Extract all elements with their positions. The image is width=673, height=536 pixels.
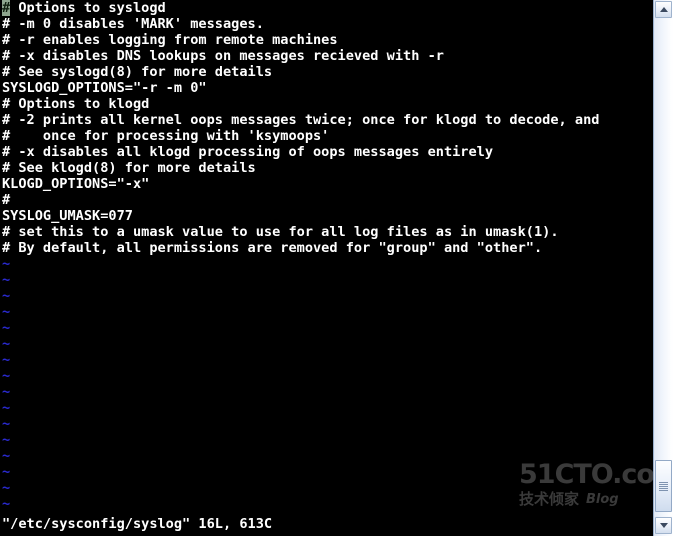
vertical-scrollbar[interactable] (653, 0, 673, 536)
editor-line[interactable]: # Options to klogd (0, 96, 653, 112)
vim-terminal-window: # Options to syslogd # -m 0 disables 'MA… (0, 0, 673, 536)
editor-line[interactable]: # See klogd(8) for more details (0, 160, 653, 176)
scrollbar-thumb[interactable] (655, 460, 672, 512)
empty-line-marker: ~ (2, 320, 11, 336)
editor-line[interactable]: # set this to a umask value to use for a… (0, 224, 653, 240)
terminal-screen[interactable]: # Options to syslogd # -m 0 disables 'MA… (0, 0, 653, 536)
empty-line-marker: ~ (2, 448, 11, 464)
empty-line-marker: ~ (2, 352, 11, 368)
scroll-up-button[interactable] (655, 1, 672, 18)
status-bar: "/etc/sysconfig/syslog" 16L, 613C (0, 515, 653, 533)
scrollbar-track[interactable] (655, 19, 672, 516)
empty-line-marker: ~ (2, 384, 11, 400)
empty-line-marker: ~ (2, 496, 11, 512)
editor-line[interactable]: # Options to syslogd (0, 0, 653, 16)
empty-line-marker: ~ (2, 464, 11, 480)
empty-line-marker: ~ (2, 288, 11, 304)
empty-line-marker: ~ (2, 400, 11, 416)
empty-line-marker: ~ (2, 416, 11, 432)
empty-line-marker: ~ (2, 256, 11, 272)
empty-line-marker: ~ (2, 304, 11, 320)
editor-line[interactable]: # By default, all permissions are remove… (0, 240, 653, 256)
editor-line[interactable]: # See syslogd(8) for more details (0, 64, 653, 80)
editor-line[interactable]: # once for processing with 'ksymoops' (0, 128, 653, 144)
editor-line[interactable]: SYSLOG_UMASK=077 (0, 208, 653, 224)
empty-line-marker: ~ (2, 480, 11, 496)
empty-line-marker: ~ (2, 432, 11, 448)
block-cursor[interactable]: # (2, 0, 11, 16)
chevron-down-icon (659, 523, 668, 528)
editor-line[interactable]: KLOGD_OPTIONS="-x" (0, 176, 653, 192)
editor-line[interactable]: # -2 prints all kernel oops messages twi… (0, 112, 653, 128)
editor-line[interactable]: SYSLOGD_OPTIONS="-r -m 0" (0, 80, 653, 96)
editor-line[interactable]: # -x disables DNS lookups on messages re… (0, 48, 653, 64)
grip-icon (659, 481, 668, 491)
editor-line[interactable]: # -r enables logging from remote machine… (0, 32, 653, 48)
empty-line-marker: ~ (2, 272, 11, 288)
editor-text-area[interactable]: # Options to syslogd # -m 0 disables 'MA… (0, 0, 653, 512)
empty-line-marker: ~ (2, 336, 11, 352)
editor-line[interactable]: # -x disables all klogd processing of oo… (0, 144, 653, 160)
empty-line-marker: ~ (2, 368, 11, 384)
editor-line[interactable]: # -m 0 disables 'MARK' messages. (0, 16, 653, 32)
editor-line[interactable]: # (0, 192, 653, 208)
editor-line-text: Options to syslogd (10, 0, 166, 16)
scroll-down-button[interactable] (655, 517, 672, 534)
chevron-up-icon (659, 7, 668, 12)
